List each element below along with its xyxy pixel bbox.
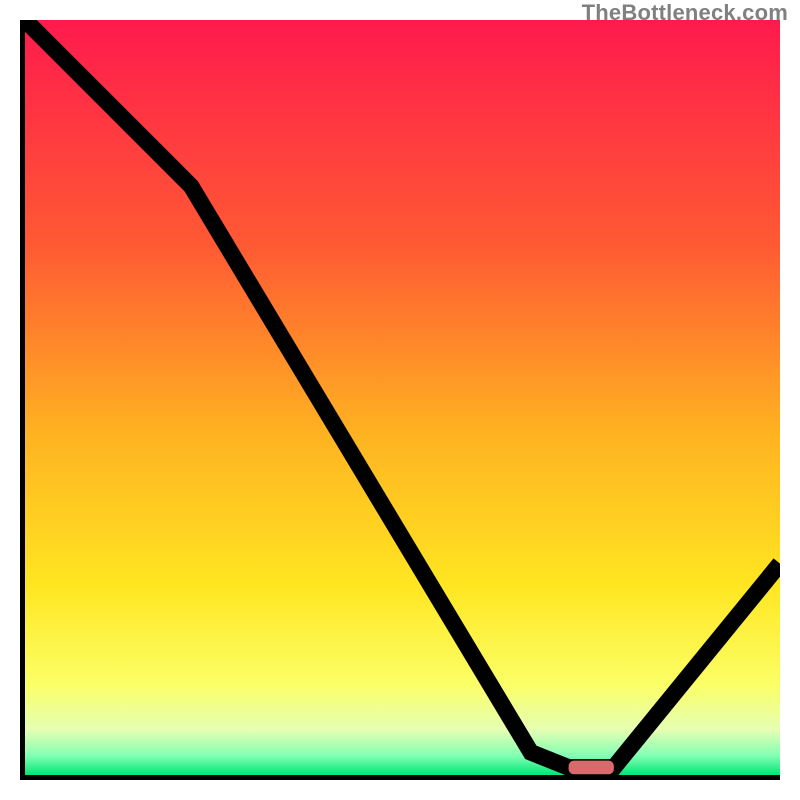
- plot-area: [20, 20, 780, 780]
- chart-svg: [25, 20, 780, 775]
- bottleneck-curve: [25, 20, 780, 767]
- optimal-marker: [569, 761, 614, 775]
